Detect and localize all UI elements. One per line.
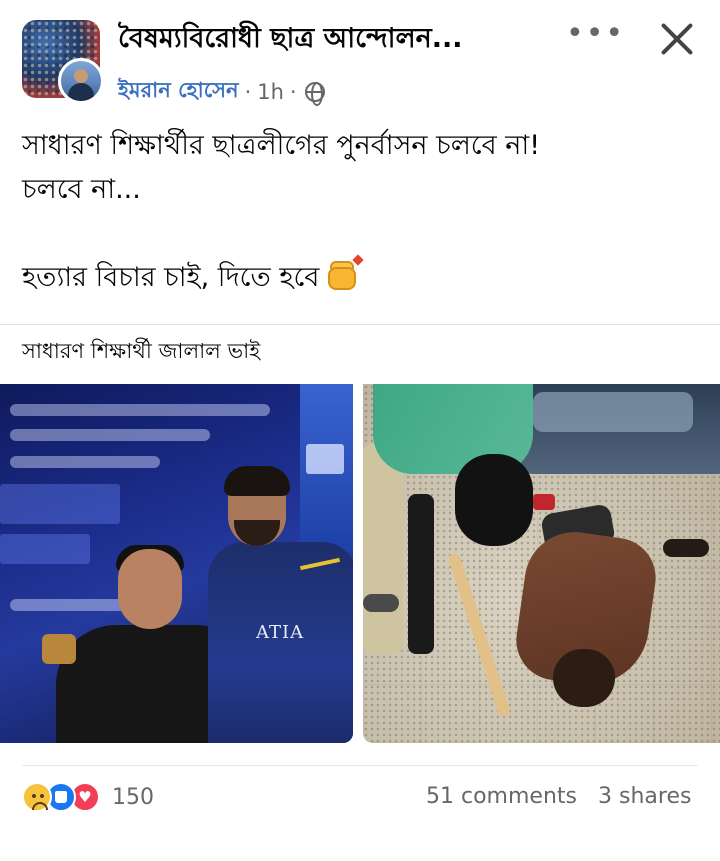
divider (22, 765, 698, 766)
divider (0, 324, 720, 325)
close-icon[interactable] (652, 14, 702, 64)
reaction-count: 150 (112, 784, 154, 810)
author-avatar[interactable] (58, 58, 104, 104)
more-options-button[interactable]: ••• (566, 19, 623, 58)
comments-count[interactable]: 51 comments (426, 784, 577, 809)
post-text-line: চলবে না... (22, 174, 141, 205)
post-text-line: হত্যার বিচার চাই, দিতে হবে (22, 254, 702, 300)
sad-icon (22, 782, 52, 812)
group-name[interactable]: বৈষম্যবিরোধী ছাত্র আন্দোলন... (118, 18, 462, 63)
post-meta: ইমরান হোসেন · 1h · (118, 74, 325, 109)
shares-count[interactable]: 3 shares (598, 784, 691, 809)
post-text-segment: হত্যার বিচার চাই, দিতে হবে (22, 262, 320, 293)
photo-caption: সাধারণ শিক্ষার্থী জালাল ভাই (22, 339, 261, 363)
reactions-summary[interactable]: 150 (22, 782, 154, 812)
post-text-line: সাধারণ শিক্ষার্থীর ছাত্রলীগের পুনর্বাসন … (22, 130, 541, 161)
author-name[interactable]: ইমরান হোসেন (118, 74, 239, 109)
avatar-group[interactable] (22, 20, 106, 104)
jersey-text: ATIA (256, 622, 305, 643)
meta-separator: · (244, 79, 252, 104)
post-header: বৈষম্যবিরোধী ছাত্র আন্দোলন... ইমরান হোসে… (0, 0, 720, 112)
globe-icon (304, 81, 325, 106)
photo-right[interactable] (363, 384, 720, 743)
photo-left[interactable]: ATIA (0, 384, 353, 743)
raised-fist-icon (325, 254, 365, 292)
post-time[interactable]: 1h (257, 80, 284, 104)
meta-separator: · (289, 79, 297, 104)
post-body: সাধারণ শিক্ষার্থীর ছাত্রলীগের পুনর্বাসন … (22, 124, 702, 300)
